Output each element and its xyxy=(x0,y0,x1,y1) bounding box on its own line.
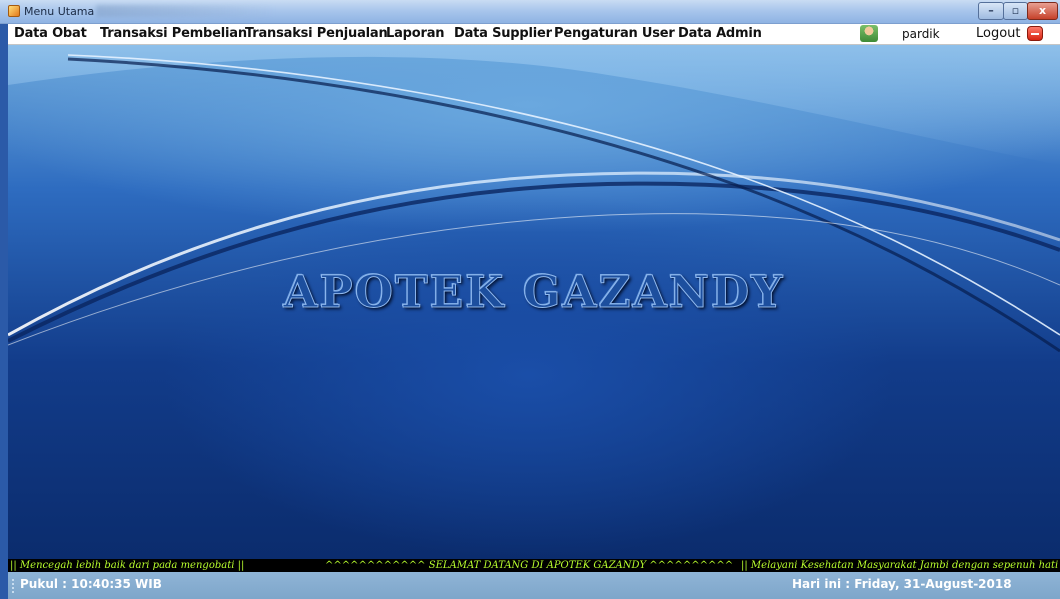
brand-title: APOTEK GAZANDY xyxy=(283,267,785,319)
menu-data-admin[interactable]: Data Admin xyxy=(678,26,762,41)
logout-icon[interactable] xyxy=(1027,26,1043,41)
marquee-right-text: || Melayani Kesehatan Masyarakat Jambi d… xyxy=(741,560,1059,571)
menu-transaksi-penjualan[interactable]: Transaksi Penjualan xyxy=(245,26,388,41)
window-title: Menu Utama xyxy=(24,5,95,18)
main-background: APOTEK GAZANDY xyxy=(8,45,1060,559)
marquee-left-text: || Mencegah lebih baik dari pada mengoba… xyxy=(10,560,245,571)
menu-data-supplier[interactable]: Data Supplier xyxy=(454,26,552,41)
window-title-bar[interactable]: Menu Utama – ▫ x xyxy=(0,0,1060,24)
minimize-button[interactable]: – xyxy=(978,2,1004,20)
maximize-button[interactable]: ▫ xyxy=(1003,2,1028,20)
menu-transaksi-pembelian[interactable]: Transaksi Pembelian xyxy=(100,26,247,41)
app-icon xyxy=(8,5,20,17)
menu-pengaturan-user[interactable]: Pengaturan User xyxy=(554,26,675,41)
menu-data-obat[interactable]: Data Obat xyxy=(14,26,87,41)
menu-laporan[interactable]: Laporan xyxy=(386,26,445,41)
marquee-welcome-text: ^^^^^^^^^^^^ SELAMAT DATANG DI APOTEK GA… xyxy=(325,560,734,571)
status-time: Pukul : 10:40:35 WIB xyxy=(20,577,162,591)
user-name: pardik xyxy=(902,27,940,41)
status-grip xyxy=(12,579,14,593)
title-bar-glare xyxy=(96,5,276,17)
status-date: Hari ini : Friday, 31-August-2018 xyxy=(792,577,1012,591)
marquee-bar: || Mencegah lebih baik dari pada mengoba… xyxy=(8,559,1060,572)
status-bar: Pukul : 10:40:35 WIB Hari ini : Friday, … xyxy=(8,572,1060,599)
close-button[interactable]: x xyxy=(1027,2,1058,20)
logout-button[interactable]: Logout xyxy=(976,26,1021,41)
menu-bar: Data Obat Transaksi Pembelian Transaksi … xyxy=(8,24,1060,45)
user-avatar-icon xyxy=(860,25,878,42)
